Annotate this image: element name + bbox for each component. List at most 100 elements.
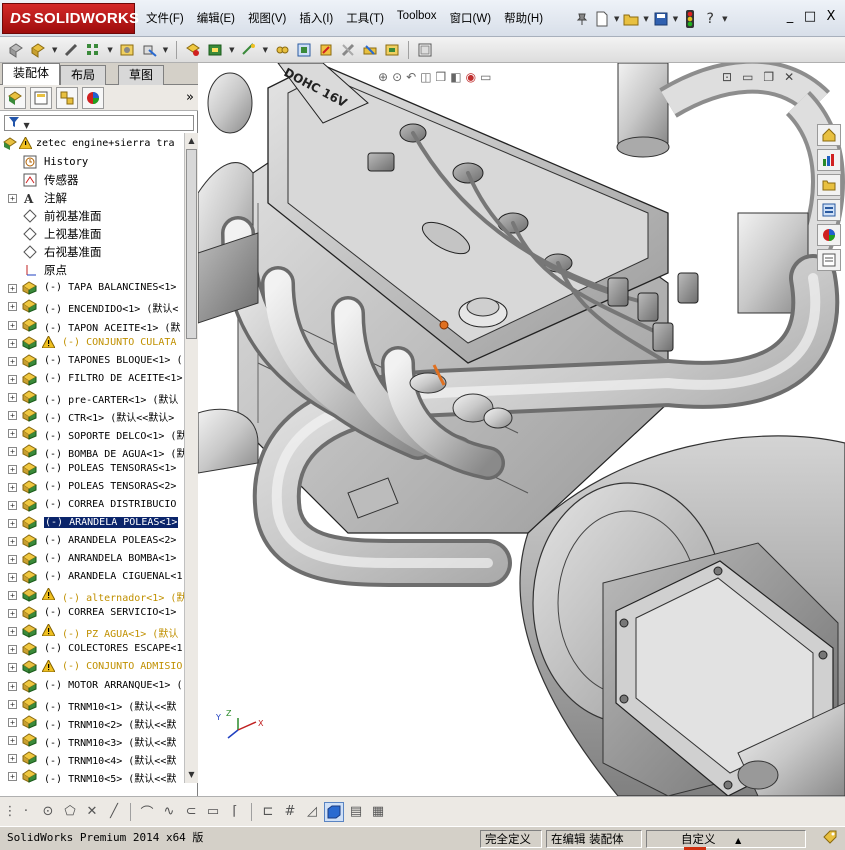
reference-geometry-icon[interactable]: [239, 40, 259, 60]
spline-icon[interactable]: ∿: [159, 802, 179, 822]
home-icon[interactable]: [817, 124, 841, 146]
tree-item[interactable]: + (-) ARANDELA POLEAS<1>: [0, 514, 184, 532]
display-style-icon[interactable]: ◧: [450, 70, 461, 84]
scrollbar-thumb[interactable]: [186, 149, 197, 339]
move-dropdown-icon[interactable]: ▼: [163, 46, 168, 54]
scroll-up-icon[interactable]: ▲: [186, 134, 197, 148]
appearance-icon[interactable]: ◉: [466, 70, 476, 84]
expand-toggle-icon[interactable]: +: [8, 374, 17, 384]
expand-toggle-icon[interactable]: +: [8, 717, 17, 727]
help-dropdown-icon[interactable]: ▼: [722, 15, 727, 23]
tree-item[interactable]: + A 注解: [0, 189, 184, 207]
menu-window[interactable]: 窗口(W): [450, 10, 492, 26]
instant3d-icon[interactable]: [360, 40, 380, 60]
zoom-area-icon[interactable]: ⊙: [392, 70, 402, 84]
rectangle-icon[interactable]: ▭: [203, 802, 223, 822]
tree-item[interactable]: + (-) CONJUNTO ADMISIO: [0, 658, 184, 676]
expand-toggle-icon[interactable]: +: [8, 302, 17, 312]
smart-fasteners-icon[interactable]: [117, 40, 137, 60]
feature-tree-icon[interactable]: [4, 86, 26, 109]
grid-icon[interactable]: #: [280, 802, 300, 822]
file-explorer-icon[interactable]: [817, 174, 841, 196]
tree-filter[interactable]: ▼: [4, 115, 194, 131]
viewport-tile-icon[interactable]: ❐: [763, 70, 774, 84]
expand-toggle-icon[interactable]: +: [8, 681, 17, 691]
expand-toggle-icon[interactable]: +: [8, 501, 17, 510]
expand-toggle-icon[interactable]: +: [8, 392, 17, 402]
design-library-icon[interactable]: [817, 149, 841, 171]
new-part-icon[interactable]: [28, 40, 48, 60]
view-palette-icon[interactable]: [817, 199, 841, 221]
expand-toggle-icon[interactable]: +: [8, 699, 17, 709]
shaded-view-icon[interactable]: [324, 801, 344, 822]
tree-item[interactable]: + (-) TRNM10<4> (默认<<默: [0, 749, 184, 767]
tree-item[interactable]: + (-) BOMBA DE AGUA<1> (默: [0, 442, 184, 460]
single-view-icon[interactable]: ▤: [346, 802, 366, 822]
appearances-icon[interactable]: [817, 224, 841, 246]
expand-toggle-icon[interactable]: +: [8, 464, 17, 474]
expand-toggle-icon[interactable]: +: [8, 410, 17, 420]
help-icon[interactable]: ?: [700, 9, 720, 29]
tree-item[interactable]: + (-) ARANDELA POLEAS<2>: [0, 532, 184, 550]
expand-toggle-icon[interactable]: +: [8, 356, 17, 366]
sketch-fillet-icon[interactable]: ⌈: [225, 802, 245, 822]
assembly-features-icon[interactable]: [205, 40, 225, 60]
expand-toggle-icon[interactable]: +: [8, 753, 17, 763]
expand-toggle-icon[interactable]: +: [8, 591, 17, 601]
expand-toggle-icon[interactable]: +: [8, 428, 17, 438]
new-dropdown-icon[interactable]: ▼: [614, 15, 619, 23]
view-orientation-icon[interactable]: ❒: [436, 70, 447, 84]
tree-item[interactable]: + (-) CORREA SERVICIO<1>: [0, 604, 184, 622]
solidworks-logo[interactable]: DS SOLIDWORKS: [2, 3, 139, 34]
traffic-light-icon[interactable]: [680, 9, 700, 29]
polygon-icon[interactable]: ⬠: [60, 802, 80, 822]
section-view-icon[interactable]: ◫: [420, 70, 431, 84]
tree-item[interactable]: + (-) PZ AGUA<1> (默认: [0, 622, 184, 640]
tree-item[interactable]: + (-) TRNM10<5> (默认<<默: [0, 767, 184, 783]
tree-item[interactable]: + (-) pre-CARTER<1> (默认: [0, 388, 184, 406]
tree-item[interactable]: 传感器: [0, 171, 184, 189]
expand-toggle-icon[interactable]: +: [8, 320, 17, 330]
viewport-close-icon[interactable]: ✕: [784, 70, 794, 84]
panel-expand-icon[interactable]: »: [186, 90, 194, 105]
menu-help[interactable]: 帮助(H): [504, 10, 543, 26]
rebuild-tag-icon[interactable]: [818, 829, 842, 847]
tree-item[interactable]: + (-) SOPORTE DELCO<1> (默: [0, 424, 184, 442]
open-dropdown-icon[interactable]: ▼: [643, 15, 648, 23]
tree-item[interactable]: + (-) COLECTORES ESCAPE<1: [0, 640, 184, 658]
tree-item[interactable]: 原点: [0, 261, 184, 279]
menu-file[interactable]: 文件(F): [146, 10, 184, 26]
tree-item[interactable]: + (-) TRNM10<1> (默认<<默: [0, 695, 184, 713]
custom-properties-icon[interactable]: [817, 249, 841, 271]
menu-tools[interactable]: 工具(T): [346, 10, 384, 26]
zoom-to-fit-icon[interactable]: ⊕: [378, 70, 388, 84]
tree-item[interactable]: + (-) TAPONES BLOQUE<1> (: [0, 352, 184, 370]
expand-toggle-icon[interactable]: +: [8, 627, 17, 637]
circle-icon[interactable]: ⊙: [38, 802, 58, 822]
tree-root[interactable]: zetec engine+sierra tra: [0, 135, 184, 153]
tree-item[interactable]: + (-) TAPA BALANCINES<1>: [0, 279, 184, 297]
scene-icon[interactable]: ▭: [480, 70, 491, 84]
trim-icon[interactable]: ✕: [82, 802, 102, 822]
insert-component-icon[interactable]: [6, 40, 26, 60]
toolbox-icon[interactable]: [382, 40, 402, 60]
menu-toolbox[interactable]: Toolbox: [397, 10, 437, 26]
tree-item[interactable]: + (-) TRNM10<2> (默认<<默: [0, 713, 184, 731]
expand-toggle-icon[interactable]: +: [8, 194, 17, 204]
expand-toggle-icon[interactable]: +: [8, 338, 17, 348]
expand-toggle-icon[interactable]: +: [8, 482, 17, 492]
tree-scrollbar[interactable]: ▲ ▼: [184, 133, 198, 783]
show-hidden-icon[interactable]: [183, 40, 203, 60]
status-units[interactable]: 自定义 ▲: [646, 830, 806, 848]
tree-item[interactable]: + (-) MOTOR ARRANQUE<1> (: [0, 677, 184, 695]
maximize-button[interactable]: □: [800, 8, 820, 26]
mirror-icon[interactable]: ◿: [302, 802, 322, 822]
menu-view[interactable]: 视图(V): [248, 10, 286, 26]
tree-item[interactable]: + (-) POLEAS TENSORAS<2>: [0, 478, 184, 496]
tree-item[interactable]: History: [0, 153, 184, 171]
tree-item[interactable]: 右视基准面: [0, 243, 184, 261]
part-dropdown-icon[interactable]: ▼: [52, 46, 57, 54]
property-manager-icon[interactable]: [30, 86, 52, 109]
menu-edit[interactable]: 编辑(E): [197, 10, 235, 26]
expand-toggle-icon[interactable]: +: [8, 555, 17, 565]
